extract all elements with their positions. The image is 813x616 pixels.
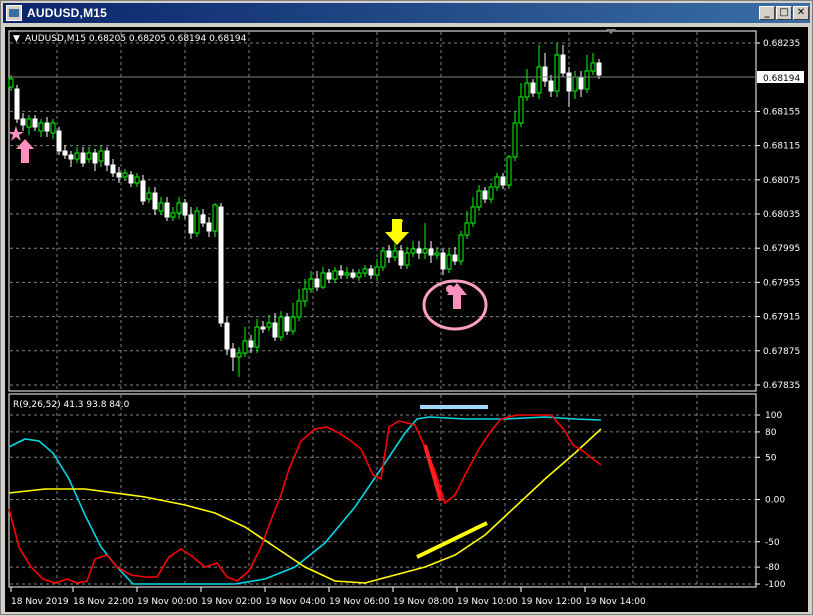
time-axis: 18 Nov 2019 18 Nov 22:00 19 Nov 00:00 19 No… xyxy=(10,587,646,607)
window-title: AUDUSD,M15 xyxy=(27,6,108,20)
indicator-tick-label: 100 xyxy=(765,411,782,421)
symbol-info: AUDUSD,M15 0.68205 0.68205 0.68194 0.681… xyxy=(25,34,247,44)
grid xyxy=(10,32,755,586)
time-tick-label: 19 Nov 14:00 xyxy=(585,597,646,607)
price-tick-label: 0.68155 xyxy=(763,107,800,117)
close-button[interactable]: ✕ xyxy=(793,6,809,20)
price-tick-label: 0.67955 xyxy=(763,278,800,288)
time-tick-label: 19 Nov 12:00 xyxy=(521,597,582,607)
maximize-button[interactable]: □ xyxy=(776,6,792,20)
indicator-tick-label: -100 xyxy=(765,580,786,590)
current-price-label: 0.68194 xyxy=(763,74,800,84)
pink-star-icon xyxy=(8,126,24,141)
price-pane-border xyxy=(8,30,757,392)
price-tick-label: 0.68115 xyxy=(763,142,800,152)
yellow-down-arrow-icon xyxy=(385,219,409,245)
price-tick-label: 0.67915 xyxy=(763,313,800,323)
title-bar[interactable]: AUDUSD,M15 _ □ ✕ xyxy=(3,3,810,23)
minimize-button[interactable]: _ xyxy=(759,6,775,20)
indicator-tick-label: 50 xyxy=(765,453,777,463)
time-tick-label: 19 Nov 04:00 xyxy=(265,597,326,607)
indicator-label: R(9,26,52) 41.3 93.8 84.0 xyxy=(13,400,130,410)
indicator-tick-label: -50 xyxy=(765,538,780,548)
price-axis: 0.68235 0.68155 0.68115 0.68075 0.68035 0.679… xyxy=(756,39,800,391)
chart-window-icon xyxy=(6,5,22,21)
info-marker: ▼ xyxy=(13,34,20,44)
indicator-axis: 100 80 50 0.00 -50 -80 -100 xyxy=(756,411,786,590)
pink-up-arrow-icon-2 xyxy=(446,283,467,309)
time-tick-label: 19 Nov 00:00 xyxy=(137,597,198,607)
price-tick-label: 0.67875 xyxy=(763,347,800,357)
time-tick-label: 19 Nov 02:00 xyxy=(201,597,262,607)
rsi-cyan-line xyxy=(8,416,602,585)
candles xyxy=(8,43,602,377)
price-tick-label: 0.67995 xyxy=(763,244,800,254)
red-slash-annotation xyxy=(423,444,443,502)
price-tick-label: 0.68035 xyxy=(763,210,800,220)
indicator-tick-label: -80 xyxy=(765,563,780,573)
time-tick-label: 19 Nov 06:00 xyxy=(329,597,390,607)
indicator-tick-label: 0.00 xyxy=(765,496,785,506)
price-tick-label: 0.68075 xyxy=(763,176,800,186)
pink-up-arrow-icon xyxy=(16,139,34,163)
terminal-window: AUDUSD,M15 _ □ ✕ ▼ AUDUSD,M15 0.68205 0.… xyxy=(0,0,813,615)
time-tick-label: 19 Nov 10:00 xyxy=(457,597,518,607)
time-tick-label: 18 Nov 2019 xyxy=(11,597,69,607)
time-tick-label: 18 Nov 22:00 xyxy=(73,597,134,607)
price-tick-label: 0.68235 xyxy=(763,39,800,49)
chart-area[interactable]: ▼ AUDUSD,M15 0.68205 0.68205 0.68194 0.6… xyxy=(5,27,808,612)
price-tick-label: 0.67835 xyxy=(763,381,800,391)
indicator-tick-label: 80 xyxy=(765,428,777,438)
time-tick-label: 19 Nov 08:00 xyxy=(393,597,454,607)
